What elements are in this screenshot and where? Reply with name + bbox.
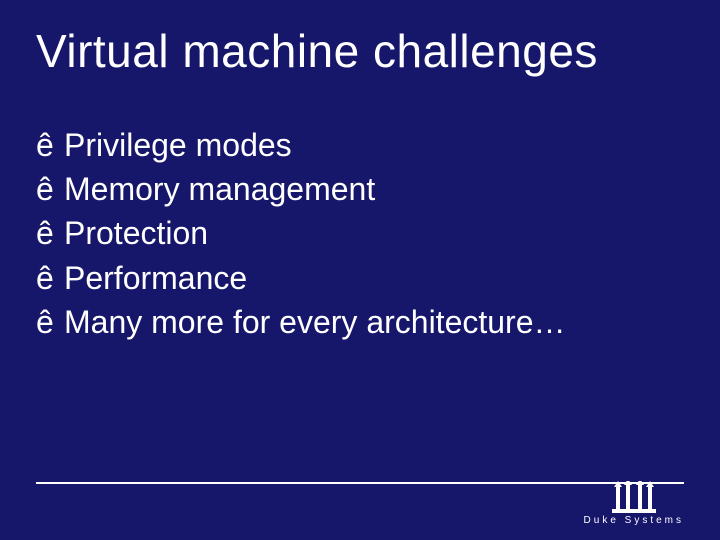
chapel-icon	[606, 481, 662, 513]
footer-logo-label: Duke Systems	[584, 515, 684, 526]
bullet-text: Protection	[64, 212, 208, 254]
bullet-item: ê Performance	[36, 257, 684, 299]
bullet-item: ê Memory management	[36, 168, 684, 210]
bullet-item: ê Protection	[36, 212, 684, 254]
bullet-marker: ê	[36, 124, 64, 166]
bullet-marker: ê	[36, 168, 64, 210]
bullet-marker: ê	[36, 257, 64, 299]
bullet-item: ê Privilege modes	[36, 124, 684, 166]
bullet-text: Many more for every architecture…	[64, 301, 566, 343]
bullet-text: Privilege modes	[64, 124, 292, 166]
bullet-item: ê Many more for every architecture…	[36, 301, 684, 343]
bullet-text: Memory management	[64, 168, 375, 210]
footer-logo: Duke Systems	[584, 481, 684, 526]
bullet-marker: ê	[36, 301, 64, 343]
bullet-marker: ê	[36, 212, 64, 254]
bullet-text: Performance	[64, 257, 247, 299]
slide-title: Virtual machine challenges	[36, 24, 598, 78]
slide-body: ê Privilege modes ê Memory management ê …	[36, 124, 684, 345]
slide: Virtual machine challenges ê Privilege m…	[0, 0, 720, 540]
